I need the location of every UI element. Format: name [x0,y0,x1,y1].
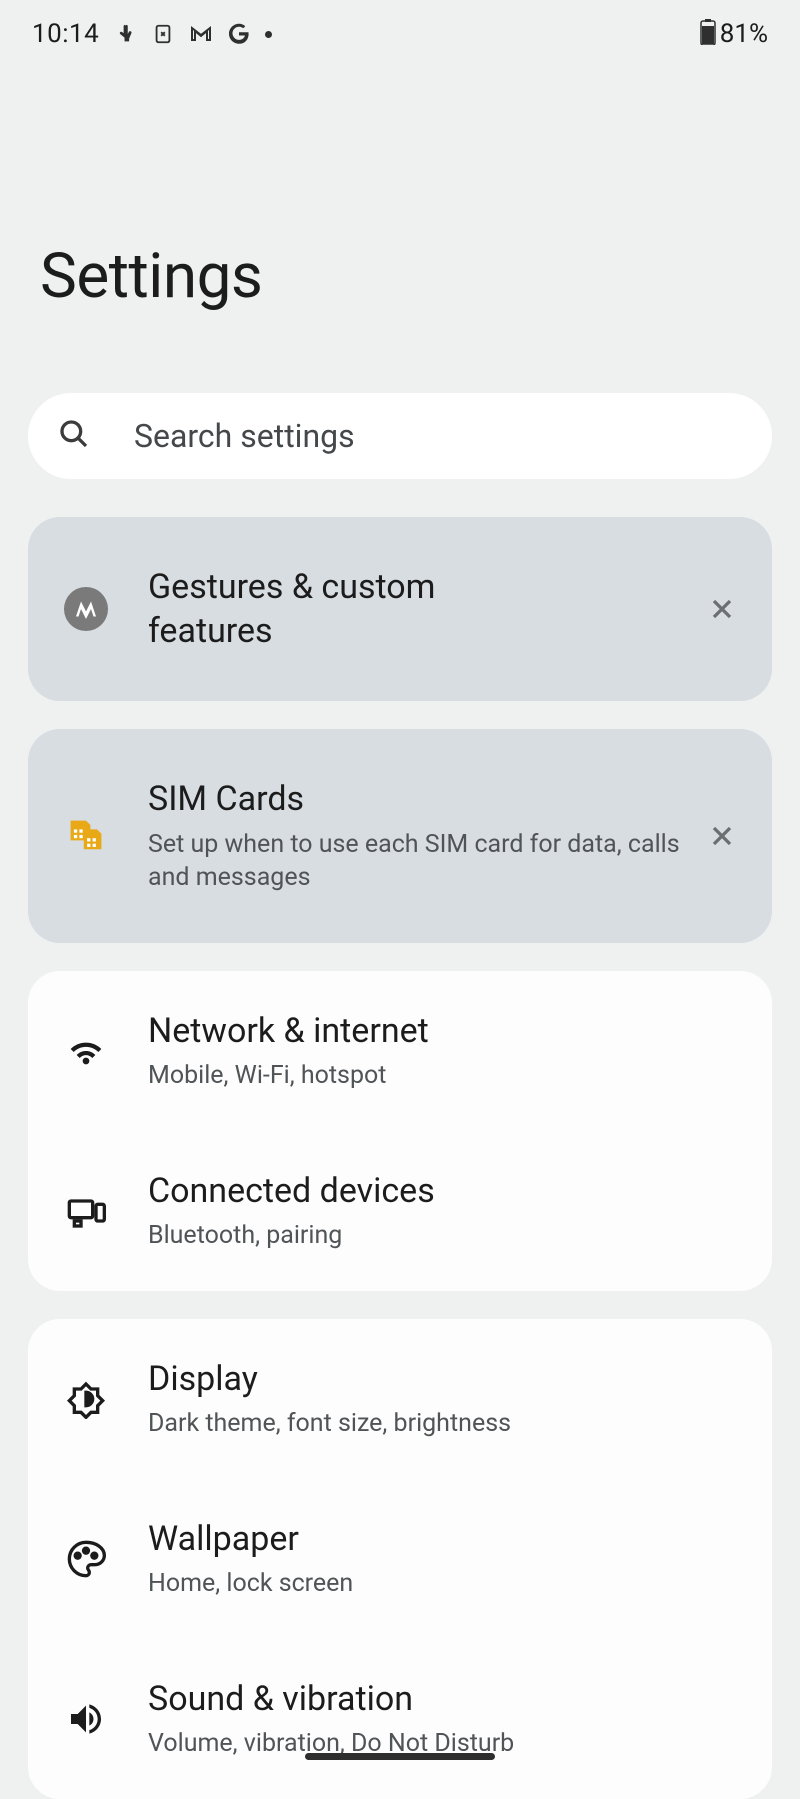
palette-icon [64,1537,108,1581]
navigation-handle[interactable] [305,1753,495,1760]
promo-sim-subtitle: Set up when to use each SIM card for dat… [148,828,682,896]
card-group-network: Network & internet Mobile, Wi-Fi, hotspo… [28,971,772,1291]
item-wallpaper-subtitle: Home, lock screen [148,1567,726,1601]
dot-notification-icon [265,31,272,38]
item-connected-title: Connected devices [148,1169,726,1213]
promo-gestures-title: Gestures & custom features [148,565,548,653]
sim-cards-icon [64,814,108,858]
item-network-title: Network & internet [148,1009,726,1053]
status-bar: 10:14 81% [0,0,800,60]
status-left: 10:14 [32,19,272,49]
close-button[interactable] [702,816,742,856]
google-icon [227,22,251,46]
item-wallpaper[interactable]: Wallpaper Home, lock screen [28,1479,772,1639]
item-connected-devices[interactable]: Connected devices Bluetooth, pairing [28,1131,772,1291]
item-display-subtitle: Dark theme, font size, brightness [148,1407,726,1441]
gmail-icon [189,22,213,46]
search-icon [58,418,134,454]
item-display[interactable]: Display Dark theme, font size, brightnes… [28,1319,772,1479]
volume-icon [64,1697,108,1741]
item-wallpaper-title: Wallpaper [148,1517,726,1561]
item-network[interactable]: Network & internet Mobile, Wi-Fi, hotspo… [28,971,772,1131]
motorola-icon [64,587,108,631]
item-network-subtitle: Mobile, Wi-Fi, hotspot [148,1059,726,1093]
item-display-title: Display [148,1357,726,1401]
card-group-display: Display Dark theme, font size, brightnes… [28,1319,772,1799]
battery-percent: 81% [720,19,768,49]
hand-icon [113,22,137,46]
wifi-icon [64,1029,108,1073]
status-time: 10:14 [32,19,99,49]
item-sound-title: Sound & vibration [148,1677,726,1721]
search-placeholder: Search settings [134,417,355,455]
devices-icon [64,1189,108,1233]
page-title: Settings [0,60,800,393]
battery-icon [700,19,716,49]
promo-sim-title: SIM Cards [148,777,548,821]
search-bar[interactable]: Search settings [28,393,772,479]
item-connected-subtitle: Bluetooth, pairing [148,1219,726,1253]
promo-sim-card[interactable]: SIM Cards Set up when to use each SIM ca… [28,729,772,943]
item-sound[interactable]: Sound & vibration Volume, vibration, Do … [28,1639,772,1799]
app-notif-icon [151,22,175,46]
status-right: 81% [700,19,768,49]
brightness-icon [64,1377,108,1421]
promo-gestures-card[interactable]: Gestures & custom features [28,517,772,701]
close-button[interactable] [702,589,742,629]
